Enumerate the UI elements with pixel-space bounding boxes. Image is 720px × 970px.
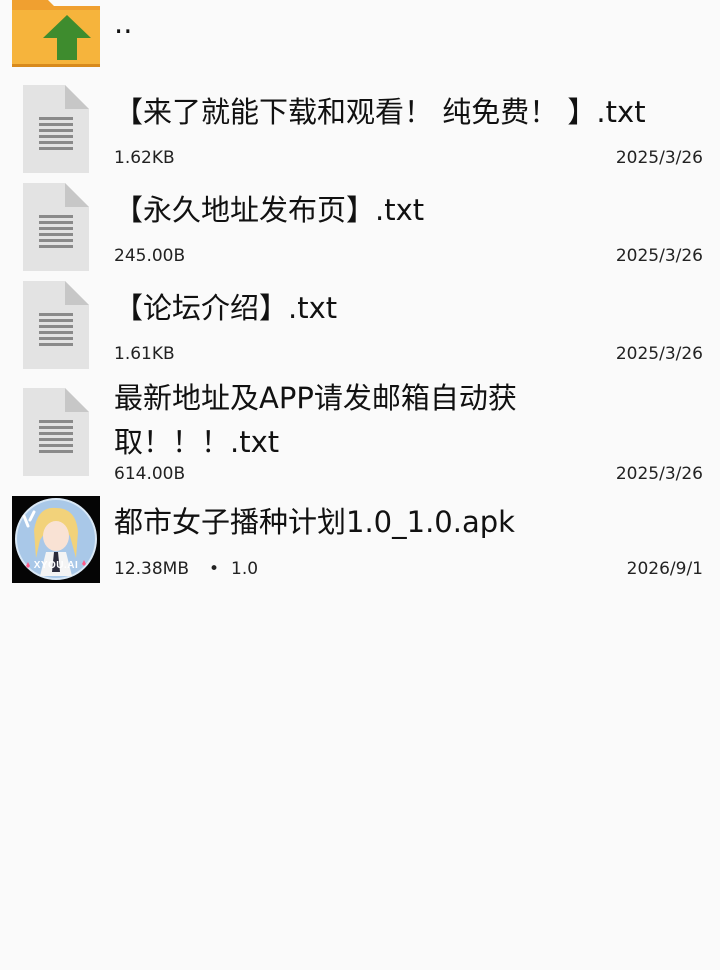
file-date: 2025/3/26 — [615, 464, 703, 484]
parent-directory-row[interactable]: .. — [0, 0, 720, 78]
file-list: .. 【来了就能下载和观看！ 纯免费！ 】.txt 1.62KB 2025/3/… — [0, 0, 720, 970]
file-size: 614.00B — [114, 464, 186, 484]
app-icon-label: XYOU.AI — [33, 560, 79, 571]
file-row[interactable]: 【论坛介绍】.txt 1.61KB 2025/3/26 — [0, 280, 720, 372]
file-version: 1.0 — [231, 559, 259, 579]
file-date: 2025/3/26 — [615, 148, 703, 168]
parent-directory-label: .. — [114, 6, 133, 40]
text-file-icon — [23, 85, 89, 173]
file-name: 【来了就能下载和观看！ 纯免费！ 】.txt — [114, 95, 646, 129]
file-size: 245.00B — [114, 246, 186, 266]
file-size: 1.61KB — [114, 344, 175, 364]
file-row[interactable]: 【来了就能下载和观看！ 纯免费！ 】.txt 1.62KB 2025/3/26 — [0, 84, 720, 176]
file-row[interactable]: 最新地址及APP请发邮箱自动获取！！！.txt 614.00B 2025/3/2… — [0, 376, 720, 488]
file-date: 2025/3/26 — [615, 344, 703, 364]
file-row[interactable]: 【永久地址发布页】.txt 245.00B 2025/3/26 — [0, 182, 720, 274]
folder-up-icon — [12, 0, 100, 68]
file-date: 2025/3/26 — [615, 246, 703, 266]
file-size: 12.38MB — [114, 559, 189, 579]
file-meta-group: 12.38MB • 1.0 — [114, 558, 258, 580]
file-name: 【永久地址发布页】.txt — [114, 193, 425, 227]
file-date: 2026/9/1 — [626, 559, 703, 579]
file-size: 1.62KB — [114, 148, 175, 168]
file-name: 【论坛介绍】.txt — [114, 291, 338, 325]
separator-dot: • — [209, 559, 220, 579]
file-name: 都市女子播种计划1.0_1.0.apk — [114, 505, 515, 539]
app-icon: XYOU.AI — [12, 496, 100, 583]
file-name: 最新地址及APP请发邮箱自动获取！！！.txt — [114, 381, 517, 459]
text-file-icon — [23, 183, 89, 271]
text-file-icon — [23, 388, 89, 476]
file-row[interactable]: XYOU.AI 都市女子播种计划1.0_1.0.apk 12.38MB • 1.0 … — [0, 494, 720, 586]
text-file-icon — [23, 281, 89, 369]
